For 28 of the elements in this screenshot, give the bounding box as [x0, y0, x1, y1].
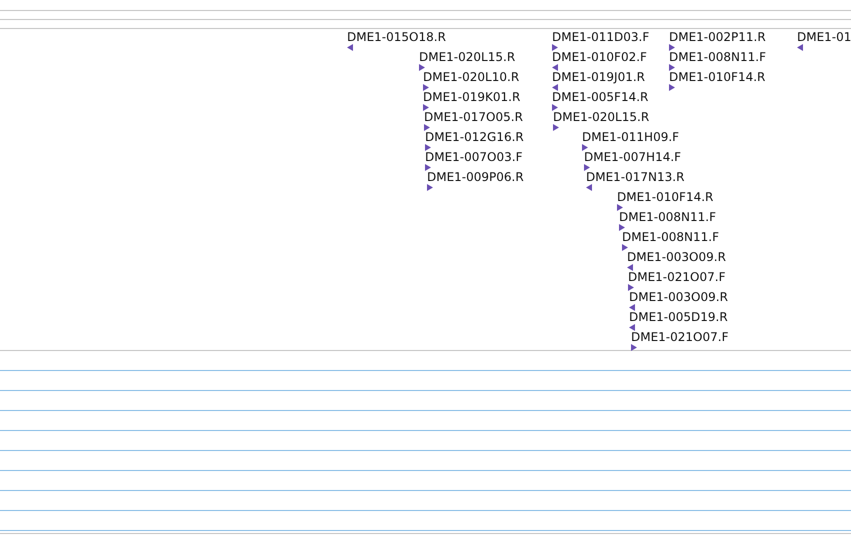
read-label: DME1-005D19.R: [629, 310, 728, 324]
read-label: DME1-009P06.R: [427, 170, 524, 184]
read-label: DME1-01: [797, 30, 851, 44]
read-label: DME1-019J01.R: [552, 70, 646, 84]
read-label: DME1-003O09.R: [629, 290, 728, 304]
read-label: DME1-002P11.R: [669, 30, 766, 44]
read-label: DME1-021O07.F: [628, 270, 726, 284]
read-label: DME1-005F14.R: [552, 90, 648, 104]
read-label: DME1-011H09.F: [582, 130, 680, 144]
read-label: DME1-020L10.R: [423, 70, 520, 84]
read-label: DME1-008N11.F: [622, 230, 720, 244]
read-label: DME1-017O05.R: [424, 110, 523, 124]
read-label: DME1-003O09.R: [627, 250, 726, 264]
read-label: DME1-010F02.F: [552, 50, 647, 64]
read-label: DME1-010F14.R: [669, 70, 766, 84]
read-label: DME1-021O07.F: [631, 330, 728, 344]
read-label: DME1-011D03.F: [552, 30, 650, 44]
read-label: DME1-017N13.R: [586, 170, 684, 184]
read-label: DME1-007H14.F: [584, 150, 682, 164]
read-label: DME1-010F14.R: [617, 190, 714, 204]
read-label: DME1-008N11.F: [669, 50, 766, 64]
read-label: DME1-008N11.F: [619, 210, 716, 224]
read-label: DME1-019K01.R: [423, 90, 520, 104]
read-label: DME1-015O18.R: [347, 30, 446, 44]
read-label: DME1-007O03.F: [425, 150, 522, 164]
read-label: DME1-012G16.R: [425, 130, 524, 144]
read-label: DME1-020L15.R: [419, 50, 516, 64]
read-label: DME1-020L15.R: [553, 110, 650, 124]
